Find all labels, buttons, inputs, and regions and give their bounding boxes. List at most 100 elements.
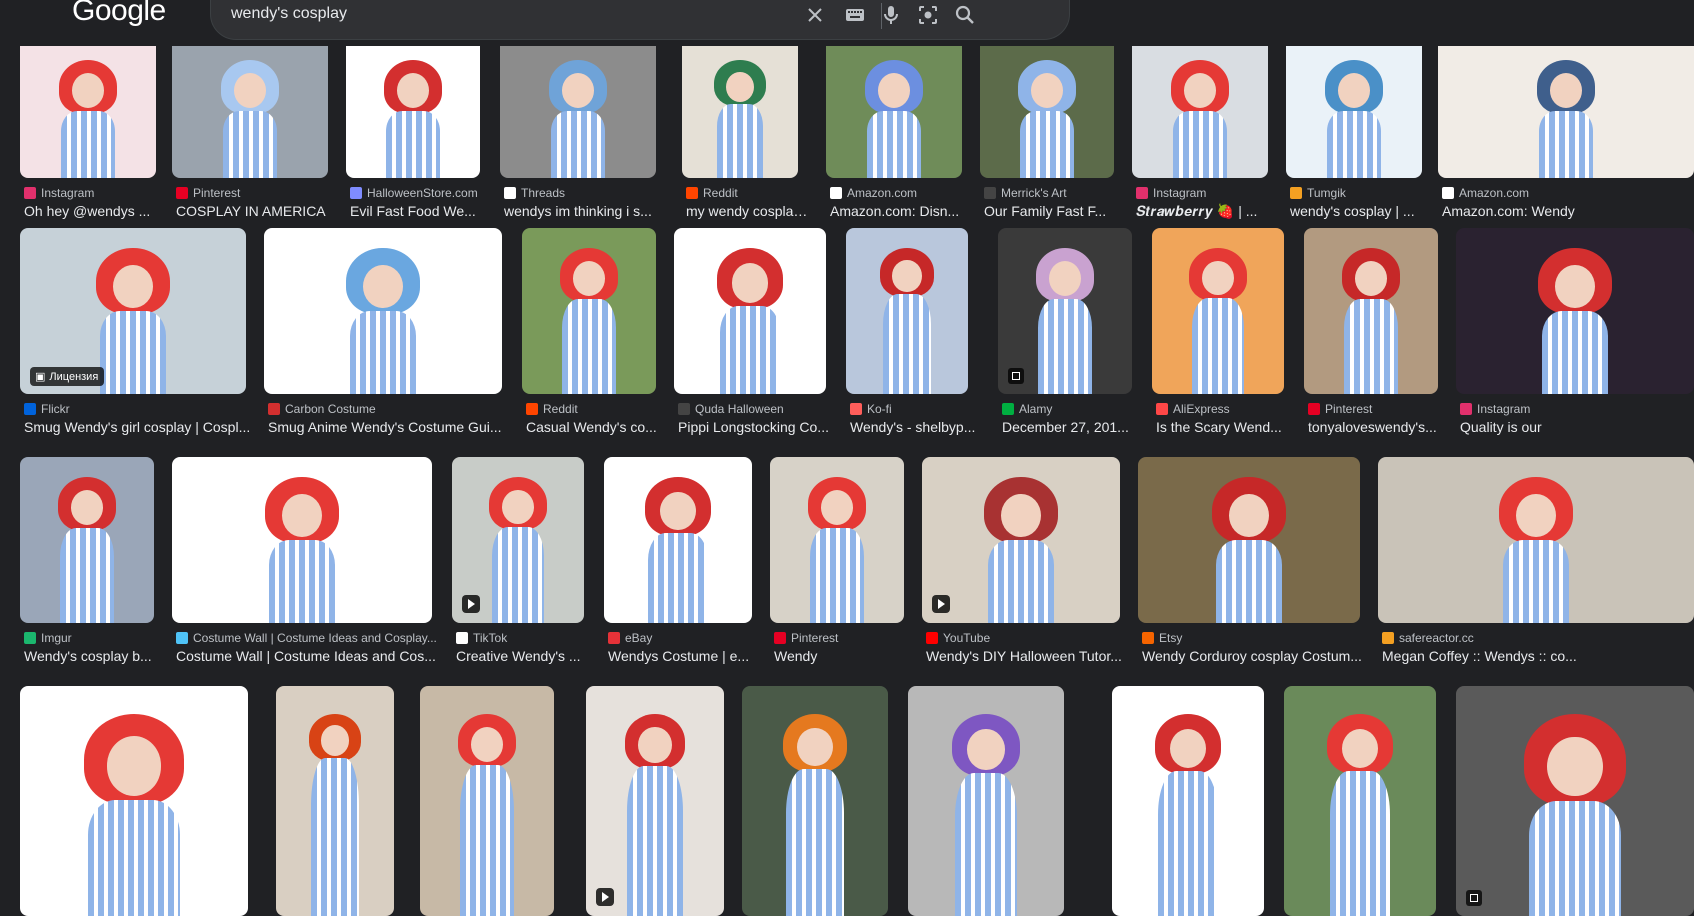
google-logo[interactable]: Google — [72, 0, 166, 30]
result-title[interactable]: Wendy's DIY Halloween Tutor... — [926, 648, 1134, 664]
result-title[interactable]: Amazon.com: Wendy — [1442, 203, 1694, 219]
result-thumbnail[interactable] — [172, 44, 328, 178]
close-icon[interactable] — [803, 3, 827, 27]
result-title[interactable]: Wendy — [774, 648, 918, 664]
search-input[interactable]: wendy's cosplay — [231, 5, 347, 23]
result-thumbnail[interactable] — [500, 44, 656, 178]
result-thumbnail[interactable] — [452, 457, 584, 623]
result-thumbnail[interactable] — [1284, 686, 1436, 916]
result-thumbnail[interactable] — [1138, 457, 1360, 623]
result-title[interactable]: Casual Wendy's co... — [526, 419, 670, 435]
license-badge[interactable]: ▣ Лицензия — [30, 367, 105, 386]
result-thumbnail[interactable] — [20, 457, 154, 623]
result-title[interactable]: tonyaloveswendy's... — [1308, 419, 1452, 435]
result-title[interactable]: Our Family Fast F... — [984, 203, 1128, 219]
result-thumbnail[interactable] — [674, 228, 826, 394]
image-results-grid: Instagram Oh hey @wendys ... Pinterest COSP… — [0, 0, 1694, 916]
result-thumbnail[interactable] — [826, 44, 962, 178]
result-source[interactable]: Pinterest — [774, 631, 914, 645]
result-source[interactable]: HalloweenStore.com — [350, 186, 490, 200]
result-thumbnail[interactable] — [1112, 686, 1264, 916]
result-title[interactable]: Is the Scary Wend... — [1156, 419, 1298, 435]
result-source[interactable]: Reddit — [686, 186, 808, 200]
result-thumbnail[interactable] — [980, 44, 1114, 178]
result-thumbnail[interactable] — [586, 686, 724, 916]
result-thumbnail[interactable] — [742, 686, 888, 916]
search-icon[interactable] — [953, 3, 977, 27]
result-title[interactable]: Pippi Longstocking Co... — [678, 419, 840, 435]
result-thumbnail[interactable] — [1456, 686, 1694, 916]
result-source[interactable]: Instagram — [1136, 186, 1278, 200]
result-title[interactable]: Costume Wall | Costume Ideas and Cos... — [176, 648, 446, 664]
result-title[interactable]: wendy's cosplay | ... — [1290, 203, 1436, 219]
result-thumbnail[interactable] — [1132, 44, 1268, 178]
result-thumbnail[interactable] — [1378, 457, 1694, 623]
result-title[interactable]: Oh hey @wendys ... — [24, 203, 170, 219]
result-thumbnail[interactable] — [846, 228, 968, 394]
result-thumbnail[interactable] — [346, 44, 480, 178]
result-thumbnail[interactable] — [922, 457, 1120, 623]
result-thumbnail[interactable]: ▣ Лицензия — [20, 228, 246, 394]
result-source[interactable]: Instagram — [24, 186, 166, 200]
result-title[interactable]: Evil Fast Food We... — [350, 203, 494, 219]
result-title[interactable]: wendys im thinking i s... — [504, 203, 670, 219]
result-source[interactable]: safereactor.cc — [1382, 631, 1694, 645]
result-thumbnail[interactable] — [998, 228, 1132, 394]
result-thumbnail[interactable] — [264, 228, 502, 394]
result-thumbnail[interactable] — [1438, 44, 1694, 178]
result-title[interactable]: December 27, 201... — [1002, 419, 1146, 435]
result-source[interactable]: eBay — [608, 631, 762, 645]
result-title[interactable]: Wendys Costume | e... — [608, 648, 766, 664]
result-source[interactable]: Tumgik — [1290, 186, 1432, 200]
result-title[interactable]: 𝑺𝒕𝒓𝒂𝒘𝒃𝒆𝒓𝒓𝒚 🍓 | ... — [1136, 203, 1282, 220]
mic-icon[interactable] — [879, 3, 903, 27]
result-title[interactable]: Smug Wendy's girl cosplay | Cospl... — [24, 419, 260, 435]
result-title[interactable]: Wendy's cosplay b... — [24, 648, 168, 664]
result-source[interactable]: Ko-fi — [850, 402, 978, 416]
result-thumbnail[interactable] — [770, 457, 904, 623]
result-thumbnail[interactable] — [604, 457, 752, 623]
result-thumbnail[interactable] — [20, 686, 248, 916]
result-source[interactable]: Reddit — [526, 402, 666, 416]
result-thumbnail[interactable] — [908, 686, 1064, 916]
result-title[interactable]: Amazon.com: Disn... — [830, 203, 976, 219]
result-title[interactable]: Creative Wendy's ... — [456, 648, 598, 664]
result-source[interactable]: Imgur — [24, 631, 164, 645]
result-thumbnail[interactable] — [1456, 228, 1694, 394]
result-title[interactable]: Smug Anime Wendy's Costume Gui... — [268, 419, 516, 435]
result-thumbnail[interactable] — [522, 228, 656, 394]
result-source[interactable]: AliExpress — [1156, 402, 1294, 416]
result-source[interactable]: Quda Halloween — [678, 402, 836, 416]
keyboard-icon[interactable] — [843, 3, 867, 27]
result-title[interactable]: Wendy's - shelbyp... — [850, 419, 982, 435]
lens-icon[interactable] — [916, 3, 940, 27]
result-thumbnail[interactable] — [1286, 44, 1422, 178]
result-source[interactable]: Flickr — [24, 402, 256, 416]
result-source[interactable]: Alamy — [1002, 402, 1142, 416]
search-box[interactable]: wendy's cosplay — [210, 0, 1070, 40]
result-source[interactable]: Amazon.com — [830, 186, 972, 200]
result-source[interactable]: Instagram — [1460, 402, 1694, 416]
result-title[interactable]: Wendy Corduroy cosplay Costum... — [1142, 648, 1374, 664]
result-thumbnail[interactable] — [276, 686, 394, 916]
result-title[interactable]: COSPLAY IN AMERICA — [176, 203, 342, 219]
result-thumbnail[interactable] — [20, 44, 156, 178]
result-source[interactable]: Etsy — [1142, 631, 1370, 645]
result-thumbnail[interactable] — [682, 44, 798, 178]
result-thumbnail[interactable] — [420, 686, 554, 916]
result-source[interactable]: Amazon.com — [1442, 186, 1694, 200]
result-source[interactable]: Pinterest — [176, 186, 338, 200]
result-thumbnail[interactable] — [1304, 228, 1438, 394]
result-source[interactable]: TikTok — [456, 631, 594, 645]
result-source[interactable]: Merrick's Art — [984, 186, 1124, 200]
result-thumbnail[interactable] — [172, 457, 432, 623]
result-source[interactable]: Costume Wall | Costume Ideas and Cosplay… — [176, 631, 442, 645]
result-title[interactable]: Quality is our — [1460, 419, 1694, 435]
result-title[interactable]: Megan Coffey :: Wendys :: co... — [1382, 648, 1694, 664]
result-thumbnail[interactable] — [1152, 228, 1284, 394]
result-title[interactable]: my wendy cosplay!... — [686, 203, 812, 219]
result-source[interactable]: YouTube — [926, 631, 1130, 645]
result-source[interactable]: Pinterest — [1308, 402, 1448, 416]
result-source[interactable]: Carbon Costume — [268, 402, 512, 416]
result-source[interactable]: Threads — [504, 186, 666, 200]
